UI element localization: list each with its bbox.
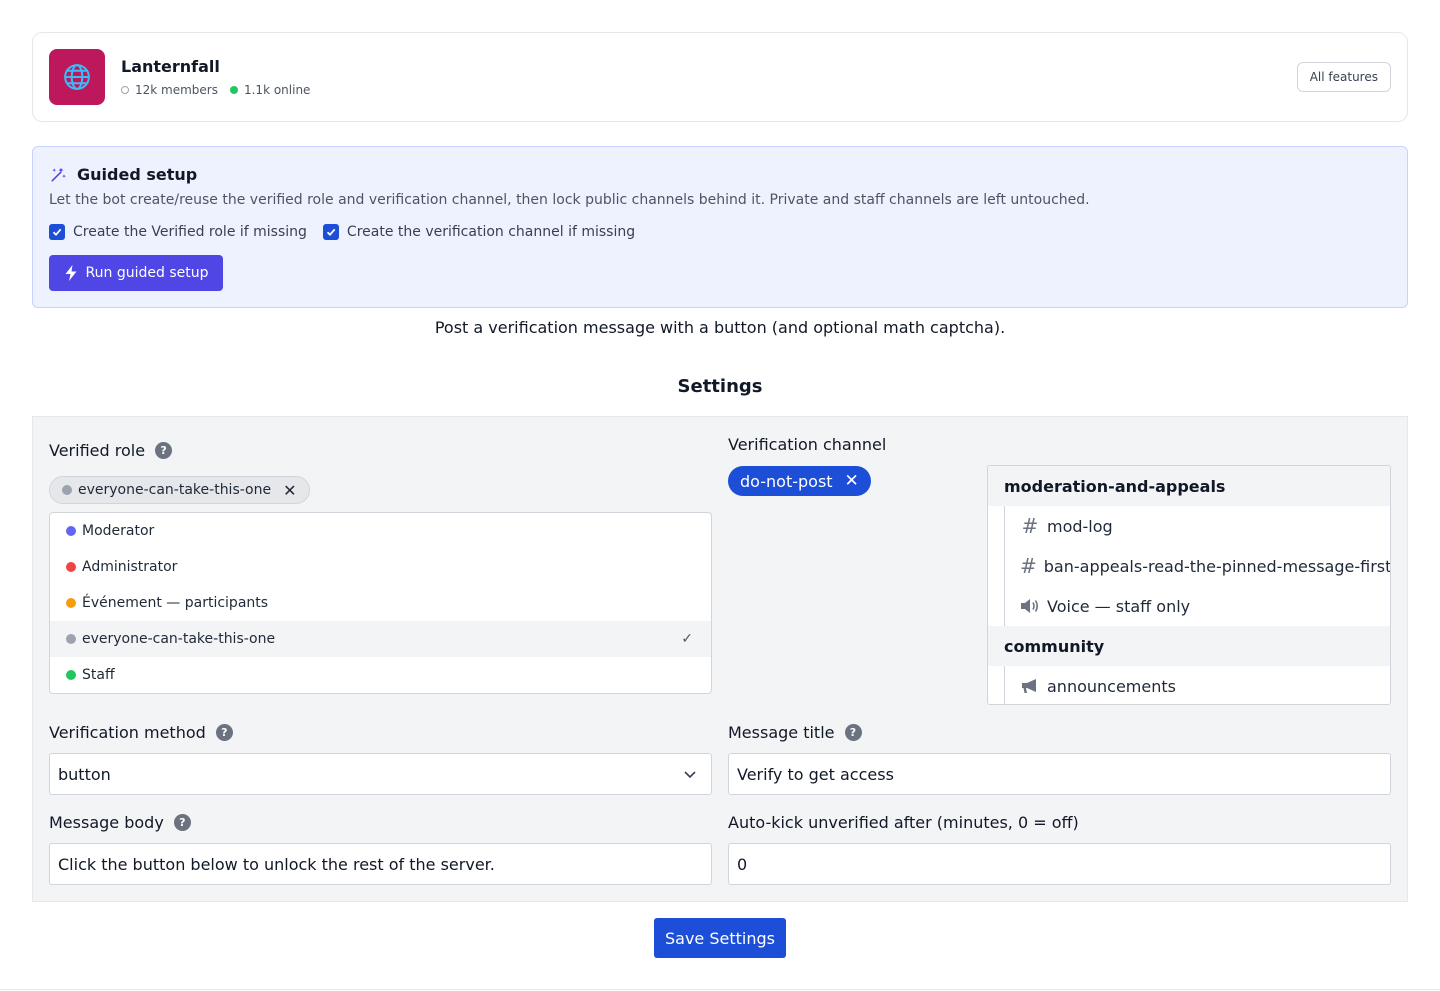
help-icon[interactable]: ?: [215, 724, 233, 741]
role-option[interactable]: Staff: [50, 657, 711, 693]
guided-setup-options: Create the Verified role if missing Crea…: [49, 224, 651, 240]
selected-role-chip: everyone-can-take-this-one ✕: [49, 476, 310, 504]
server-card: Lanternfall 12k members 1.1k online All …: [32, 32, 1408, 122]
guided-setup-title-text: Guided setup: [77, 165, 198, 184]
role-listbox[interactable]: Moderator Administrator Événement — part…: [49, 512, 712, 694]
all-features-button[interactable]: All features: [1296, 62, 1391, 92]
create-role-label: Create the Verified role if missing: [73, 224, 307, 240]
server-stats: 12k members 1.1k online: [121, 83, 310, 97]
channel-option[interactable]: announcements: [988, 666, 1390, 704]
role-color-dot: [62, 485, 72, 495]
role-color-dot: [66, 562, 76, 572]
checkmark-icon: [52, 228, 62, 237]
remove-role-icon[interactable]: ✕: [283, 481, 296, 500]
role-option-label: Moderator: [82, 523, 155, 539]
checkmark-icon: [326, 228, 336, 237]
auto-kick-label-text: Auto-kick unverified after (minutes, 0 =…: [728, 813, 1079, 832]
hash-icon: #: [1020, 554, 1037, 578]
channel-option[interactable]: Voice — staff only: [988, 586, 1390, 626]
create-role-checkbox[interactable]: [49, 224, 65, 240]
channel-listbox[interactable]: moderation-and-appeals # mod-log # ban-a…: [987, 465, 1391, 705]
save-settings-button[interactable]: Save Settings: [654, 918, 786, 958]
online-dot-icon: [229, 86, 238, 94]
megaphone-icon: [1020, 678, 1040, 694]
selected-channel-name: do-not-post: [740, 471, 833, 491]
lightning-icon: [65, 265, 77, 281]
role-option-label: everyone-can-take-this-one: [82, 631, 276, 647]
check-icon: ✓: [681, 631, 693, 647]
create-channel-checkbox[interactable]: [322, 224, 339, 240]
auto-kick-input[interactable]: 0: [728, 843, 1391, 885]
guided-setup-panel: Guided setup Let the bot create/reuse th…: [32, 146, 1408, 308]
message-body-label: Message body ?: [49, 813, 191, 832]
module-description: Post a verification message with a butto…: [434, 318, 1006, 337]
hash-icon: #: [1021, 514, 1039, 538]
settings-panel: Verified role ? everyone-can-take-this-o…: [32, 416, 1408, 902]
create-channel-option[interactable]: Create the verification channel if missi…: [322, 224, 636, 240]
help-icon[interactable]: ?: [155, 442, 173, 459]
message-title-input[interactable]: Verify to get access: [728, 753, 1391, 795]
role-option[interactable]: Administrator: [50, 549, 711, 585]
role-color-dot: [66, 526, 76, 536]
verification-method-label-text: Verification method: [49, 723, 206, 742]
channel-option-label: Voice — staff only: [1047, 596, 1191, 616]
message-body-value: Click the button below to unlock the res…: [58, 854, 495, 874]
message-title-label-text: Message title: [728, 723, 835, 742]
verified-role-label: Verified role ?: [49, 441, 173, 460]
magic-wand-icon: [51, 167, 66, 182]
role-color-dot: [66, 634, 76, 644]
settings-heading: Settings: [677, 376, 763, 397]
channel-category: moderation-and-appeals: [988, 466, 1390, 506]
divider: [0, 989, 1440, 990]
role-color-dot: [66, 670, 76, 680]
run-guided-setup-label: Run guided setup: [85, 265, 209, 281]
online-count: 1.1k online: [243, 83, 311, 97]
server-avatar: [49, 49, 105, 105]
verification-method-label: Verification method ?: [49, 723, 233, 742]
verified-role-label-text: Verified role: [49, 441, 146, 460]
auto-kick-label: Auto-kick unverified after (minutes, 0 =…: [728, 813, 1079, 832]
help-icon[interactable]: ?: [844, 724, 862, 741]
chevron-down-icon: [684, 771, 696, 779]
auto-kick-value: 0: [737, 854, 748, 874]
message-title-label: Message title ?: [728, 723, 862, 742]
channel-category: community: [988, 626, 1390, 666]
globe-icon: [64, 64, 90, 90]
run-guided-setup-button[interactable]: Run guided setup: [49, 255, 223, 291]
role-color-dot: [66, 598, 76, 608]
create-channel-label: Create the verification channel if missi…: [346, 224, 636, 240]
role-option-label: Événement — participants: [82, 595, 269, 611]
selected-channel-chip: do-not-post ✕: [728, 466, 871, 496]
role-option-selected[interactable]: everyone-can-take-this-one ✓: [50, 621, 711, 657]
channel-option-label: ban-appeals-read-the-pinned-message-firs…: [1043, 556, 1391, 576]
message-title-value: Verify to get access: [737, 764, 894, 784]
create-role-option[interactable]: Create the Verified role if missing: [49, 224, 307, 240]
speaker-icon: [1020, 598, 1040, 614]
members-dot-icon: [121, 86, 129, 94]
role-option-label: Administrator: [82, 559, 178, 575]
verification-channel-label: Verification channel: [728, 435, 886, 454]
help-icon[interactable]: ?: [173, 814, 191, 831]
channel-option-label: mod-log: [1047, 516, 1113, 536]
member-count: 12k members: [135, 83, 218, 97]
server-name: Lanternfall: [121, 57, 220, 76]
verification-method-value: button: [58, 764, 111, 784]
channel-option[interactable]: # ban-appeals-read-the-pinned-message-fi…: [988, 546, 1390, 586]
verification-method-select[interactable]: button: [49, 753, 712, 795]
remove-channel-icon[interactable]: ✕: [845, 471, 859, 491]
message-body-input[interactable]: Click the button below to unlock the res…: [49, 843, 712, 885]
verification-channel-label-text: Verification channel: [728, 435, 887, 454]
guided-setup-title: Guided setup: [49, 165, 197, 184]
selected-role-name: everyone-can-take-this-one: [78, 482, 272, 498]
message-body-label-text: Message body: [49, 813, 164, 832]
role-option[interactable]: Événement — participants: [50, 585, 711, 621]
role-option[interactable]: Moderator: [50, 513, 711, 549]
role-option-label: Staff: [82, 667, 115, 683]
channel-option-label: announcements: [1047, 676, 1176, 696]
guided-setup-description: Let the bot create/reuse the verified ro…: [49, 192, 1090, 208]
channel-option[interactable]: # mod-log: [988, 506, 1390, 546]
